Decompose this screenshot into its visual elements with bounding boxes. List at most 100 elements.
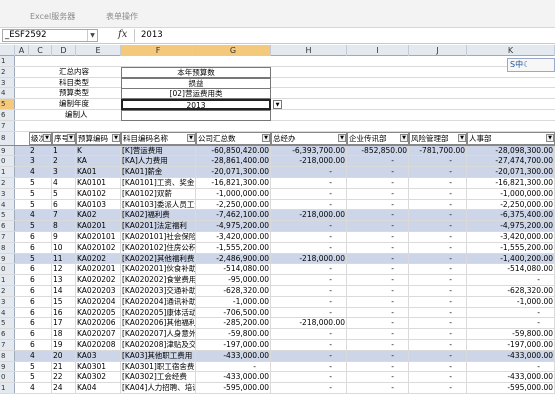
cell-code[interactable]: KA020102 bbox=[76, 242, 121, 253]
header-level[interactable]: 级次 ▼ bbox=[29, 131, 52, 145]
cell-comm-dept[interactable]: - bbox=[347, 232, 409, 242]
cell-company-total[interactable]: -2,250,000.00 bbox=[196, 199, 271, 210]
cell-risk-dept[interactable]: - bbox=[409, 275, 467, 285]
cell-hr-dept[interactable]: -628,320.00 bbox=[467, 286, 555, 296]
cell-level[interactable]: 5 bbox=[29, 199, 52, 210]
cell-subject[interactable]: [KA020206]其他福利 bbox=[121, 318, 196, 329]
filter-icon[interactable]: ▼ bbox=[338, 133, 346, 142]
cell-gm-office[interactable]: - bbox=[271, 242, 347, 253]
cell-code[interactable]: KA0301 bbox=[76, 361, 121, 372]
value-budget-type[interactable]: [02]营运费用类 bbox=[121, 88, 271, 100]
cell-subject[interactable]: [KA020208]津贴及交通 bbox=[121, 340, 196, 350]
cell-code[interactable]: KA020204 bbox=[76, 296, 121, 307]
cell-hr-dept[interactable]: -1,000.00 bbox=[467, 296, 555, 307]
cell-company-total[interactable]: -1,000,000.00 bbox=[196, 188, 271, 199]
cell-subject[interactable]: [KA0302]工会经费 bbox=[121, 372, 196, 383]
cell-comm-dept[interactable]: - bbox=[347, 210, 409, 221]
cell-gm-office[interactable]: - bbox=[271, 361, 347, 372]
name-box[interactable]: _ESF2592 ▼ bbox=[2, 29, 98, 42]
cell-subject[interactable]: [KA020205]康体活动 bbox=[121, 307, 196, 318]
cell-subject[interactable]: [K]营运费用 bbox=[121, 145, 196, 156]
header-subject[interactable]: 科目编码名称 ▼ bbox=[121, 131, 196, 145]
cell-risk-dept[interactable]: - bbox=[409, 296, 467, 307]
cell-comm-dept[interactable]: - bbox=[347, 340, 409, 350]
cell-subject[interactable]: [KA020101]社会保险 bbox=[121, 232, 196, 242]
cell-risk-dept[interactable]: - bbox=[409, 307, 467, 318]
cell-code[interactable]: KA01 bbox=[76, 167, 121, 177]
cell-company-total[interactable]: -1,000.00 bbox=[196, 296, 271, 307]
cell-comm-dept[interactable]: - bbox=[347, 253, 409, 264]
cell-code[interactable]: KA020203 bbox=[76, 286, 121, 296]
cell-gm-office[interactable]: - bbox=[271, 167, 347, 177]
select-all-corner[interactable] bbox=[0, 45, 15, 56]
cell-risk-dept[interactable]: - bbox=[409, 232, 467, 242]
cell-hr-dept[interactable]: -2,250,000.00 bbox=[467, 199, 555, 210]
cell-company-total[interactable]: -2,486,900.00 bbox=[196, 253, 271, 264]
cell-level[interactable]: 4 bbox=[29, 167, 52, 177]
cell-comm-dept[interactable]: - bbox=[347, 329, 409, 339]
col-header[interactable]: K bbox=[467, 45, 555, 56]
cell-company-total[interactable]: -20,071,300.00 bbox=[196, 167, 271, 177]
cell-seq[interactable]: 7 bbox=[52, 210, 76, 221]
cell-gm-office[interactable]: -218,000.00 bbox=[271, 210, 347, 221]
cell-seq[interactable]: 9 bbox=[52, 232, 76, 242]
filter-icon[interactable]: ▼ bbox=[112, 133, 120, 142]
cell-gm-office[interactable]: -218,000.00 bbox=[271, 318, 347, 329]
cell-seq[interactable]: 3 bbox=[52, 167, 76, 177]
cell-level[interactable]: 6 bbox=[29, 296, 52, 307]
row-header[interactable]: 5 bbox=[0, 210, 15, 221]
col-header[interactable]: D bbox=[52, 45, 76, 56]
cell-company-total[interactable]: -28,861,400.00 bbox=[196, 156, 271, 167]
cell-comm-dept[interactable]: - bbox=[347, 188, 409, 199]
cell-hr-dept[interactable]: -595,000.00 bbox=[467, 383, 555, 393]
cell-subject[interactable]: [KA04]人力招聘、培训 bbox=[121, 383, 196, 393]
cell-hr-dept[interactable]: -4,975,200.00 bbox=[467, 221, 555, 231]
cell-seq[interactable]: 13 bbox=[52, 275, 76, 285]
cell-comm-dept[interactable]: - bbox=[347, 156, 409, 167]
col-header[interactable]: C bbox=[29, 45, 52, 56]
cell-level[interactable]: 5 bbox=[29, 221, 52, 231]
cell-company-total[interactable]: -7,462,100.00 bbox=[196, 210, 271, 221]
cell-code[interactable]: KA0102 bbox=[76, 188, 121, 199]
cell-seq[interactable]: 20 bbox=[52, 350, 76, 361]
cell-hr-dept[interactable]: -433,000.00 bbox=[467, 372, 555, 383]
cell-level[interactable]: 3 bbox=[29, 156, 52, 167]
cell-comm-dept[interactable]: - bbox=[347, 307, 409, 318]
row-header[interactable]: 0 bbox=[0, 156, 15, 167]
row-header[interactable]: 9 bbox=[0, 253, 15, 264]
cell-risk-dept[interactable]: - bbox=[409, 242, 467, 253]
cell-code[interactable]: K bbox=[76, 145, 121, 156]
row-header[interactable]: 9 bbox=[0, 361, 15, 372]
cell-code[interactable]: KA bbox=[76, 156, 121, 167]
cell-company-total[interactable]: -706,500.00 bbox=[196, 307, 271, 318]
row-header[interactable]: 1 bbox=[0, 383, 15, 393]
cell-risk-dept[interactable]: - bbox=[409, 318, 467, 329]
formula-input[interactable]: 2013 bbox=[134, 29, 555, 42]
cell-risk-dept[interactable]: - bbox=[409, 383, 467, 393]
filter-icon[interactable]: ▼ bbox=[187, 133, 195, 142]
cell-code[interactable]: KA020201 bbox=[76, 264, 121, 275]
row-header[interactable]: 1 bbox=[0, 56, 15, 66]
row-header[interactable]: 6 bbox=[0, 329, 15, 339]
cell-comm-dept[interactable]: - bbox=[347, 286, 409, 296]
cell-level[interactable]: 2 bbox=[29, 145, 52, 156]
cell-subject[interactable]: [KA0103]委派人员工资 bbox=[121, 199, 196, 210]
cell-gm-office[interactable]: - bbox=[271, 329, 347, 339]
cell-level[interactable]: 6 bbox=[29, 286, 52, 296]
row-header[interactable]: 1 bbox=[0, 275, 15, 285]
cell-risk-dept[interactable]: - bbox=[409, 188, 467, 199]
cell-seq[interactable]: 6 bbox=[52, 199, 76, 210]
ime-toolbar[interactable]: S中☾ bbox=[507, 58, 555, 72]
header-seq[interactable]: 序号 ▼ bbox=[52, 131, 76, 145]
cell-seq[interactable]: 12 bbox=[52, 264, 76, 275]
cell-gm-office[interactable]: - bbox=[271, 188, 347, 199]
cell-code[interactable]: KA020206 bbox=[76, 318, 121, 329]
row-header[interactable]: 1 bbox=[0, 167, 15, 177]
cell-comm-dept[interactable]: - bbox=[347, 264, 409, 275]
filter-icon[interactable]: ▼ bbox=[262, 133, 270, 142]
cell-hr-dept[interactable]: - bbox=[467, 318, 555, 329]
cell-subject[interactable]: [KA020201]伙食补助 bbox=[121, 264, 196, 275]
cell-code[interactable]: KA0101 bbox=[76, 178, 121, 188]
cell-level[interactable]: 6 bbox=[29, 318, 52, 329]
cell-subject[interactable]: [KA020203]交通补助 bbox=[121, 286, 196, 296]
